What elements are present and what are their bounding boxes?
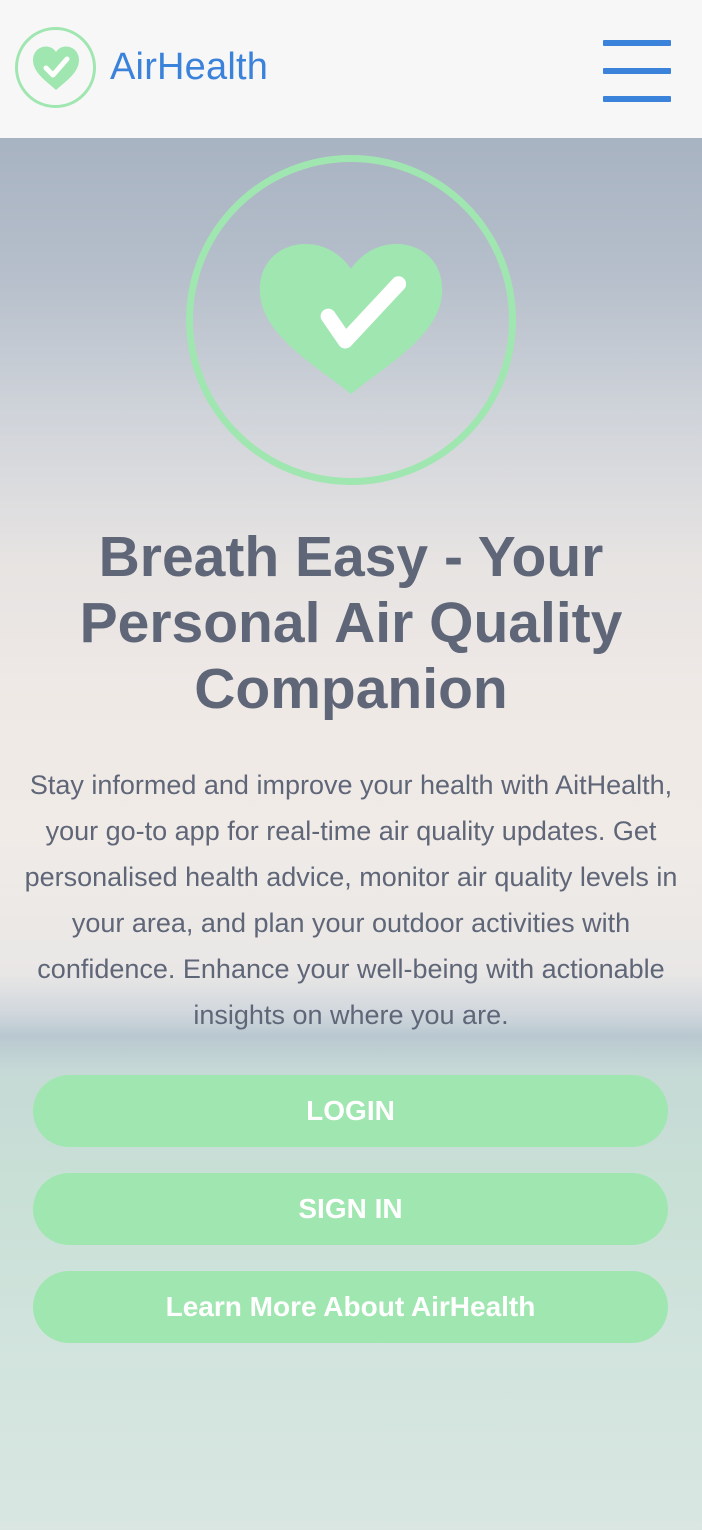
sign-in-button[interactable]: SIGN IN [33,1173,668,1245]
hero-title: Breath Easy - Your Personal Air Quality … [79,525,623,721]
hero-description: Stay informed and improve your health wi… [24,770,678,1030]
brand-name[interactable]: AirHealth [110,46,268,89]
login-button[interactable]: LOGIN [33,1075,668,1147]
heart-check-icon [259,244,443,395]
hero-logo [186,155,516,485]
menu-bar [603,68,671,74]
top-nav-bar: AirHealth [0,0,702,138]
logo[interactable] [15,27,96,108]
menu-bar [603,40,671,46]
hero-section: Breath Easy - Your Personal Air Quality … [0,138,702,1530]
learn-more-button[interactable]: Learn More About AirHealth [33,1271,668,1343]
hamburger-menu-button[interactable] [603,40,671,102]
heart-check-icon [32,46,79,90]
menu-bar [603,96,671,102]
